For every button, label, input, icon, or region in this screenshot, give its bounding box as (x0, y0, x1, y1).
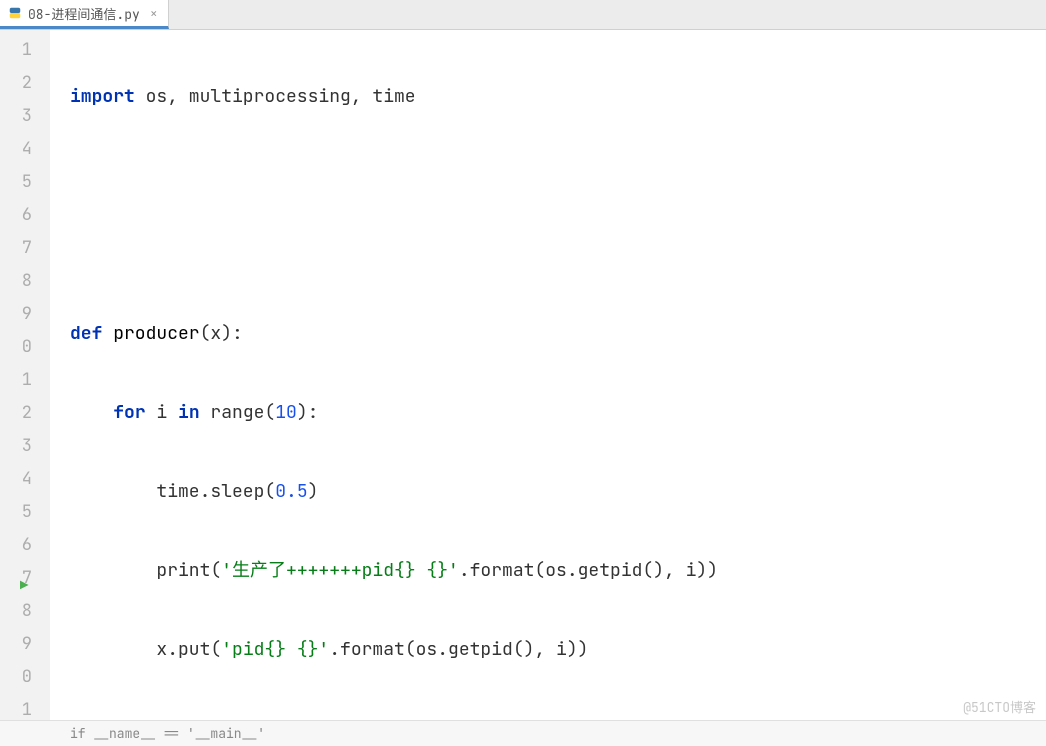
line-number: ▶7 (0, 562, 50, 595)
tab-bar: 08-进程间通信.py × (0, 0, 1046, 30)
line-number: 1 (0, 34, 50, 67)
line-number: 2 (0, 67, 50, 100)
line-number: 6 (0, 529, 50, 562)
breadcrumb-bar[interactable]: if __name__ == '__main__' (0, 720, 1046, 746)
line-number: 9 (0, 628, 50, 661)
line-number: 1 (0, 364, 50, 397)
line-number: 2 (0, 397, 50, 430)
tab-close-icon[interactable]: × (150, 5, 158, 22)
python-file-icon (8, 6, 22, 20)
code-line: print('生产了+++++++pid{} {}'.format(os.get… (50, 554, 1046, 587)
code-line: for i in range(10): (50, 396, 1046, 429)
line-number: 1 (0, 694, 50, 727)
line-number: 3 (0, 430, 50, 463)
line-number: 5 (0, 166, 50, 199)
breadcrumb-text: if __name__ == '__main__' (70, 725, 265, 742)
code-line: time.sleep(0.5) (50, 475, 1046, 508)
line-number: 0 (0, 331, 50, 364)
code-editor[interactable]: import os, multiprocessing, time def pro… (50, 30, 1046, 720)
code-line (50, 159, 1046, 192)
code-line (50, 238, 1046, 271)
code-line (50, 712, 1046, 720)
line-number: 8 (0, 595, 50, 628)
tab-file[interactable]: 08-进程间通信.py × (0, 0, 169, 29)
line-number: 8 (0, 265, 50, 298)
line-number: 9 (0, 298, 50, 331)
tab-filename: 08-进程间通信.py (28, 4, 140, 23)
gutter: 1 2 3 4 5 6 7 8 9 0 1 2 3 4 5 6 ▶7 8 9 0… (0, 30, 50, 720)
line-number: 0 (0, 661, 50, 694)
code-line: def producer(x): (50, 317, 1046, 350)
editor-area: 1 2 3 4 5 6 7 8 9 0 1 2 3 4 5 6 ▶7 8 9 0… (0, 30, 1046, 720)
line-number: 6 (0, 199, 50, 232)
line-number: 5 (0, 496, 50, 529)
line-number: 4 (0, 463, 50, 496)
code-line: import os, multiprocessing, time (50, 80, 1046, 113)
code-line: x.put('pid{} {}'.format(os.getpid(), i)) (50, 633, 1046, 666)
line-number: 7 (0, 232, 50, 265)
line-number: 3 (0, 100, 50, 133)
line-number: 4 (0, 133, 50, 166)
